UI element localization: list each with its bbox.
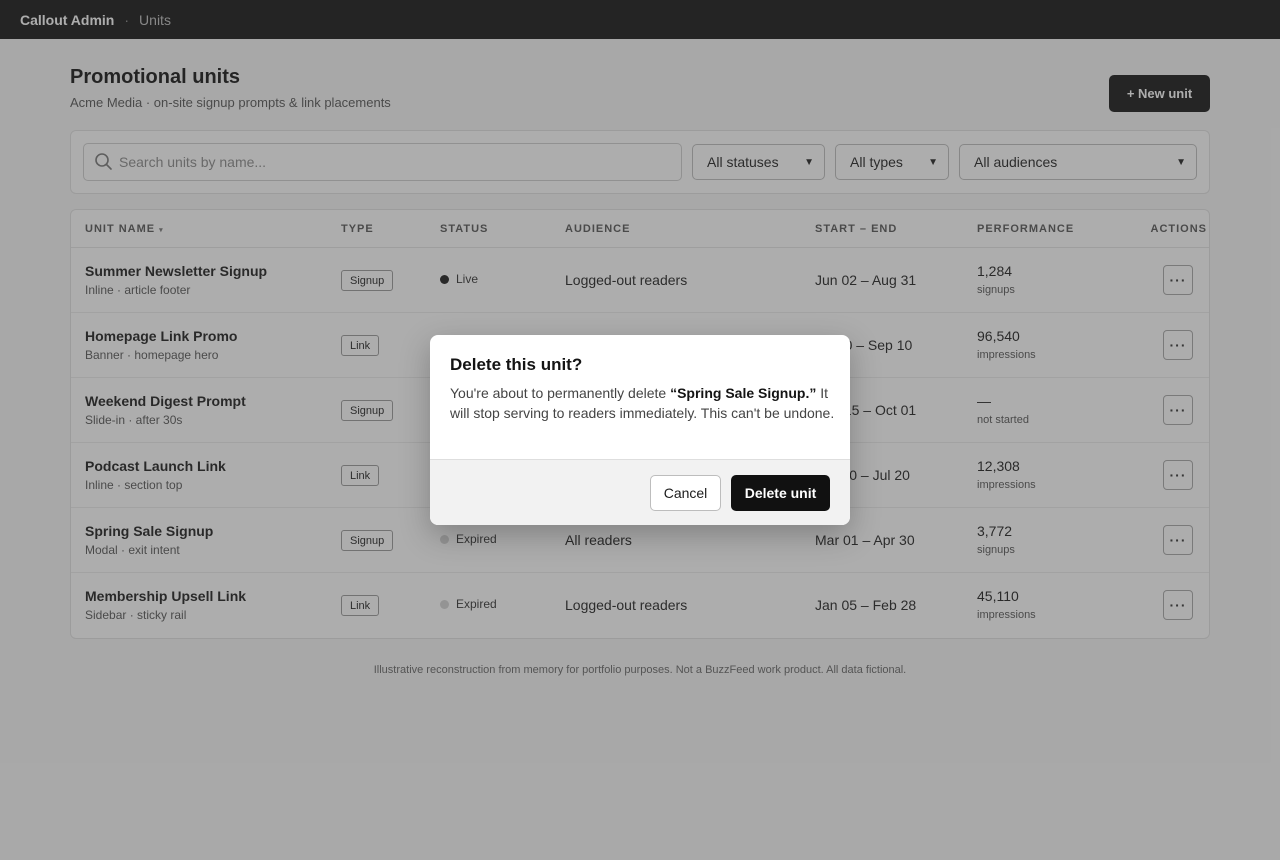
dialog-unit-name: “Spring Sale Signup.” — [670, 385, 817, 401]
delete-confirm-dialog: Delete this unit? You're about to perman… — [430, 335, 850, 525]
dialog-footer: Cancel Delete unit — [430, 459, 850, 525]
cancel-button[interactable]: Cancel — [650, 475, 721, 511]
delete-unit-button[interactable]: Delete unit — [731, 475, 830, 511]
dialog-message-prefix: You're about to permanently delete — [450, 385, 671, 401]
dialog-title: Delete this unit? — [450, 355, 583, 374]
dialog-message: You're about to permanently delete “Spri… — [450, 383, 835, 423]
